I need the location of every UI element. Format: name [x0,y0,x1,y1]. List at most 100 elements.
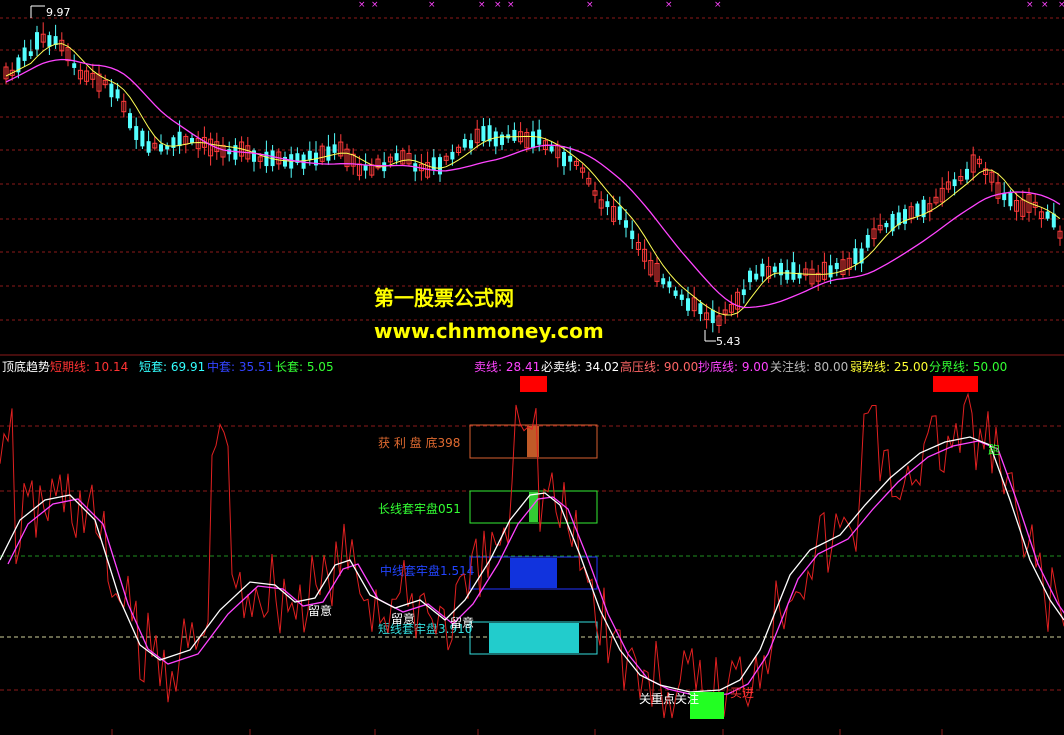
indicator-weak-line-value: 弱势线: 25.00 [850,360,929,374]
indicator-status-bar: 顶底趋势 短期线: 10.14 短套: 69.91 中套: 35.51 长套: … [0,356,1064,374]
candle-body [128,113,132,129]
mid-trap-label: 中线套牢盘1.514 [380,563,474,578]
candle-body [785,270,790,280]
candle-body [264,151,269,167]
indicator-name[interactable]: 顶底趋势 [2,358,50,375]
long-trap-zone: 长线套牢盘051 [378,490,598,524]
candle-body [965,168,969,180]
candle-body [630,230,635,240]
candle-body [462,138,467,148]
signal-mark: × [665,0,673,10]
signal-mark: × [494,0,502,10]
candle-body [915,203,920,217]
candle-body [624,220,628,228]
indicator-must-sell-value: 必卖线: 34.02 [541,360,620,374]
candle-body [748,270,752,283]
candle-body [159,144,163,152]
candle-body [500,134,504,145]
candle-body [1051,213,1056,228]
candle-body [469,140,473,149]
indicator-pressure-line-value: 高压线: 90.00 [620,360,699,374]
candle-body [115,89,120,99]
run-signal-label: 跑 [988,443,1000,457]
sell-signal-block [520,376,547,392]
indicator-long-trap-value: 长套: 5.05 [275,360,334,374]
price-grid [0,17,1064,321]
candle-body [481,126,486,142]
candle-body [679,294,684,300]
watch-note-2: 留意 [391,611,415,626]
candle-body [140,130,145,147]
watermark-url: www.chnmoney.com [374,319,604,343]
candle-body [686,298,690,311]
focus-point-label: 关重点关注 [639,691,699,706]
indicator-short-trap-value: 短套: 69.91 [139,360,206,374]
signal-mark: × [478,0,486,10]
candle-body [190,138,194,143]
candle-body [493,131,498,147]
high-marker: 9.97 [30,5,71,19]
indicator-watch-line-value: 关注线: 80.00 [770,360,849,374]
candle-body [549,146,554,152]
candle-body [605,201,610,208]
candle-body [952,179,957,187]
candle-body [568,155,573,162]
signal-mark: × [428,0,436,10]
candle-body [134,126,139,140]
candle-body [326,146,331,161]
short-trap-bar [489,623,579,653]
indicator-bottom-line-value: 抄底线: 9.00 [698,360,769,374]
long-trap-label: 长线套牢盘051 [378,501,461,516]
candle-body [673,290,678,296]
candle-body [834,262,839,270]
signal-mark: × [1026,0,1034,10]
profit-zone: 获 利 盘 底398 [378,424,598,459]
candle-body [531,131,535,149]
candle-body [394,153,399,161]
mid-trap-bar [510,558,557,588]
signal-mark: × [1058,0,1064,10]
signal-mark: × [714,0,722,10]
candle-body [617,206,622,220]
signal-mark: × [586,0,594,10]
candle-body [772,266,777,273]
candle-body [667,281,672,288]
candle-body [332,144,337,153]
date-axis [111,729,943,735]
candle-body [72,63,77,68]
high-price-label: 9.97 [46,6,71,19]
candle-body [307,150,312,160]
long-trap-bar [529,492,538,522]
candle-body [22,47,27,61]
signal-marks: × × × × × × × × × × × × [358,0,1064,10]
indicator-short-term-value: 短期线: 10.14 [50,360,129,374]
candle-body [28,51,33,56]
candle-body [828,265,833,278]
candle-body [47,35,52,47]
watermark-title: 第一股票公式网 [374,286,514,310]
watch-note-1: 留意 [308,603,332,618]
signal-mark: × [358,0,366,10]
watch-note-3: 留意 [450,615,474,630]
indicator-divide-line-value: 分界线: 50.00 [929,360,1008,374]
candle-body [853,248,858,264]
signal-mark: × [1041,0,1049,10]
candle-body [177,131,182,147]
candle-body [865,234,870,248]
candle-body [109,83,114,98]
candle-body [146,141,151,153]
low-price-label: 5.43 [716,335,741,348]
candle-body [1008,191,1013,207]
candle-body [562,152,566,167]
candle-body [698,303,703,315]
candle-body [754,273,759,280]
profit-zone-label: 获 利 盘 底398 [378,435,460,450]
signal-mark: × [507,0,515,10]
candle-body [35,32,39,50]
candle-body [661,278,666,285]
candle-body [791,262,796,280]
candlestick-series [3,22,1063,334]
candle-body [741,289,746,296]
candle-body [450,151,455,160]
buy-signal-label: 买进 [730,686,754,700]
